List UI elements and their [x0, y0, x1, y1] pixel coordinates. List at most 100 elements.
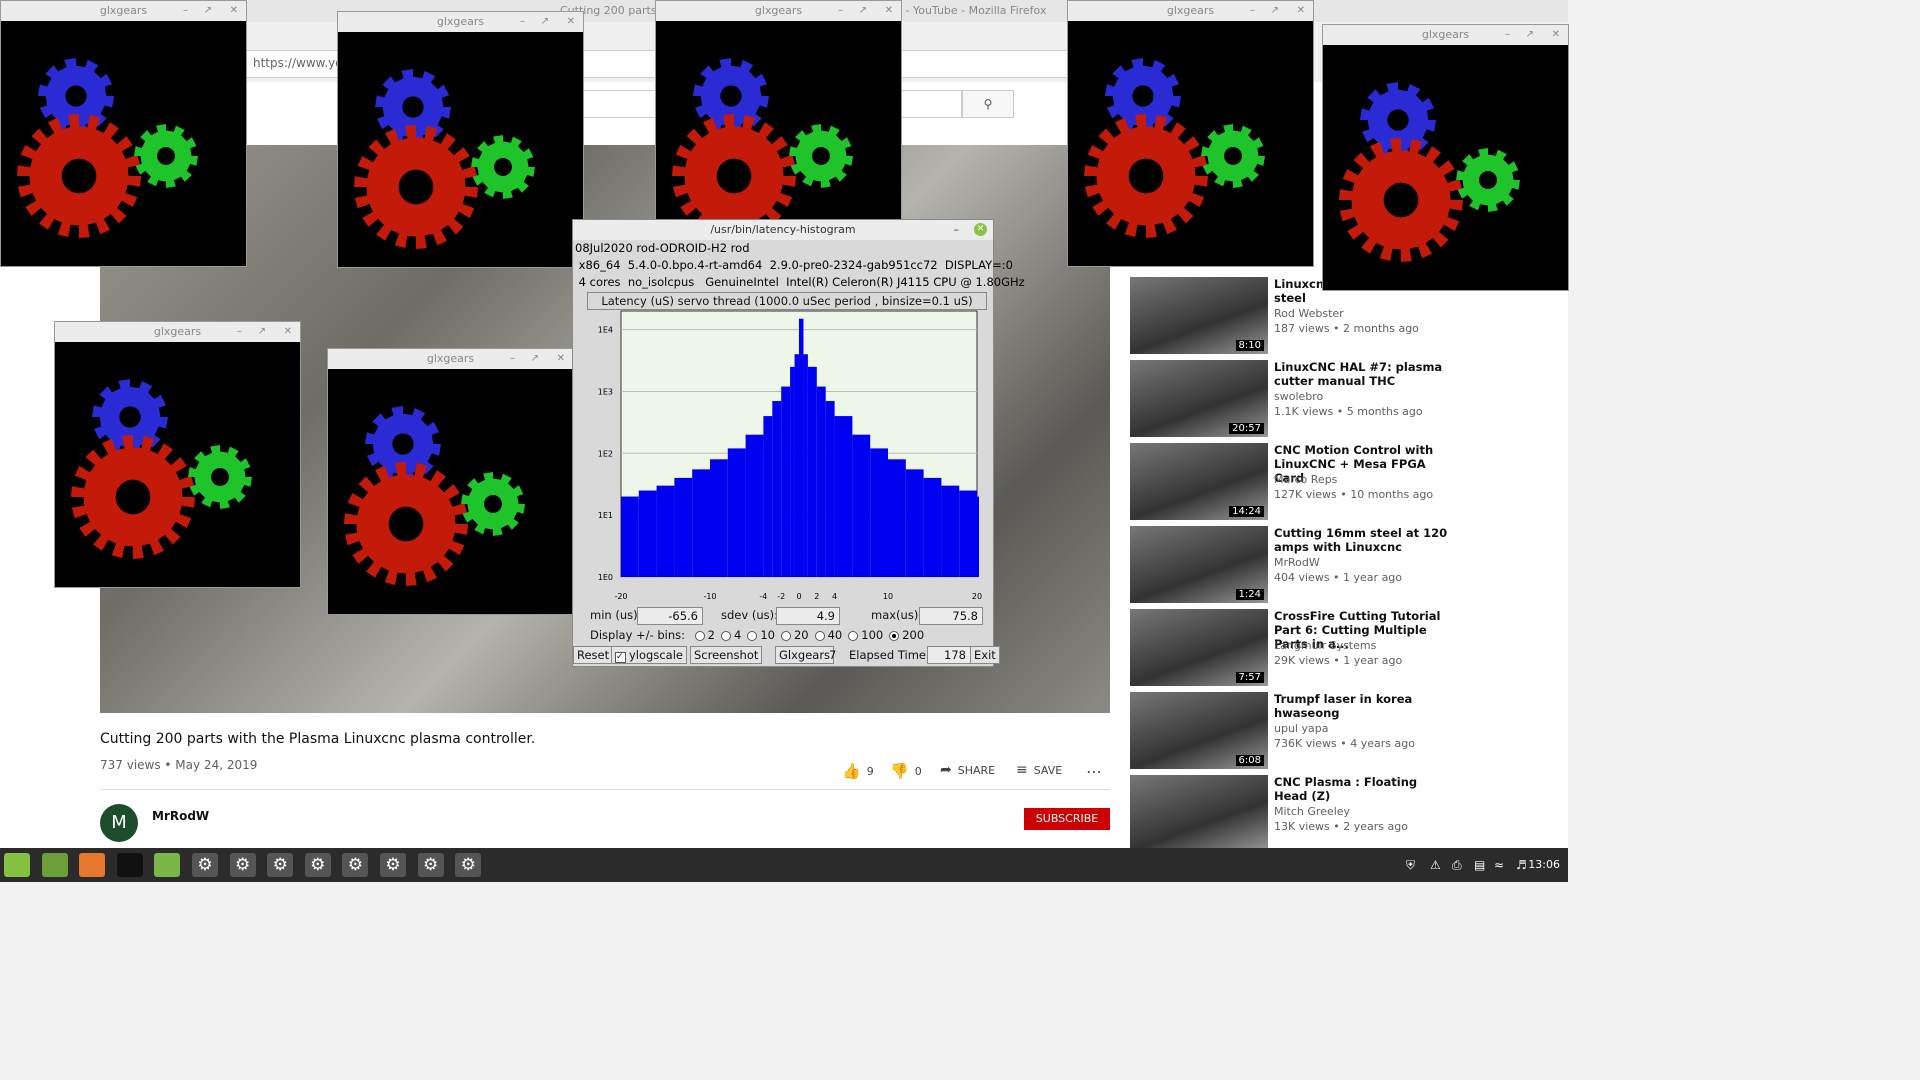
printer-icon[interactable]: ⎙ [1452, 858, 1462, 873]
search-button[interactable]: ⚲ [962, 90, 1014, 118]
gear-app-icon[interactable]: ⚙ [342, 853, 369, 877]
video-thumbnail[interactable]: 14:24 [1130, 443, 1268, 520]
video-thumbnail[interactable]: 20:57 [1130, 360, 1268, 437]
list-item[interactable]: 1:24 Cutting 16mm steel at 120 amps with … [1130, 526, 1550, 606]
close-icon[interactable]: ✕ [284, 322, 292, 342]
glxgears-window[interactable]: glxgears – ↗ ✕ [1322, 24, 1569, 291]
gear-app-icon[interactable]: ⚙ [417, 853, 444, 877]
video-thumbnail[interactable]: 6:08 [1130, 692, 1268, 769]
bins-radio-200[interactable] [889, 630, 900, 641]
video-thumbnail[interactable]: 7:57 [1130, 609, 1268, 686]
gear-app-icon[interactable]: ⚙ [192, 853, 218, 877]
bins-radio-40[interactable] [814, 630, 825, 641]
minimize-icon[interactable]: – [183, 1, 188, 21]
terminal-icon[interactable] [116, 853, 143, 877]
bins-radio-10[interactable] [747, 630, 758, 641]
show-desktop-icon[interactable] [41, 853, 68, 877]
channel-avatar[interactable]: M [100, 804, 138, 842]
more-button[interactable]: ⋯ [1086, 762, 1102, 781]
video-title: Cutting 200 parts with the Plasma Linuxc… [100, 731, 536, 747]
list-item[interactable]: 6:08 Trumpf laser in korea hwaseong upul y… [1130, 692, 1550, 772]
minimize-icon[interactable]: – [520, 12, 525, 32]
glxgears-button[interactable]: Glxgears [775, 646, 835, 664]
wifi-icon[interactable]: ≈ [1494, 858, 1504, 872]
subscribe-button[interactable]: SUBSCRIBE [1024, 808, 1110, 830]
list-item[interactable]: 7:57 CrossFire Cutting Tutorial Part 6: C… [1130, 609, 1550, 689]
gear-app-icon[interactable]: ⚙ [304, 853, 331, 877]
glxgears-window[interactable]: glxgears – ↗ ✕ [1067, 0, 1314, 267]
reset-button[interactable]: Reset [573, 646, 614, 664]
minimize-icon[interactable]: – [1505, 25, 1510, 45]
dislike-button[interactable]: 👎 0 [890, 762, 922, 780]
maximize-icon[interactable]: ↗ [204, 1, 212, 21]
glxgears-window[interactable]: glxgears – ↗ ✕ [655, 0, 902, 252]
minimize-icon[interactable]: – [1250, 1, 1255, 21]
glxgears-window[interactable]: glxgears – ↗ ✕ [337, 11, 584, 268]
video-title[interactable]: Trumpf laser in korea hwaseong [1274, 692, 1450, 720]
glxgears-window[interactable]: glxgears – ↗ ✕ [0, 0, 247, 267]
exit-button[interactable]: Exit [970, 646, 1000, 664]
glxgears-titlebar[interactable]: glxgears – ↗ ✕ [1, 1, 246, 21]
gear-app-icon[interactable]: ⚙ [380, 853, 406, 877]
list-item[interactable]: 20:57 LinuxCNC HAL #7: plasma cutter manu… [1130, 360, 1550, 440]
maximize-icon[interactable]: ↗ [1526, 25, 1534, 45]
close-icon[interactable]: ✕ [1552, 25, 1560, 45]
glxgears-window[interactable]: glxgears – ↗ ✕ [327, 348, 574, 615]
maximize-icon[interactable]: ↗ [541, 12, 549, 32]
gear-app-icon[interactable]: ⚙ [229, 853, 256, 877]
video-title[interactable]: CNC Plasma : Floating Head (Z) [1274, 775, 1450, 803]
bins-radio-100[interactable] [848, 630, 859, 641]
maximize-icon[interactable]: ↗ [859, 1, 867, 21]
shield-icon[interactable]: ⛨ [1406, 858, 1415, 873]
maximize-icon[interactable]: ↗ [1271, 1, 1279, 21]
bins-radio-4[interactable] [721, 630, 731, 641]
save-button[interactable]: ≡ SAVE [1016, 762, 1062, 778]
bins-radio-2[interactable] [694, 630, 705, 641]
channel-name[interactable]: MrRodW [152, 809, 209, 823]
share-button[interactable]: ➦ SHARE [940, 762, 995, 778]
list-item[interactable]: CNC Plasma : Floating Head (Z) Mitch Gree… [1130, 775, 1550, 855]
close-icon[interactable]: ✕ [567, 12, 575, 32]
files-icon[interactable] [154, 853, 181, 877]
video-title[interactable]: LinuxCNC HAL #7: plasma cutter manual TH… [1274, 360, 1450, 388]
video-thumbnail[interactable]: 8:10 [1130, 277, 1268, 354]
maximize-icon[interactable]: ↗ [531, 349, 539, 369]
video-title[interactable]: Cutting 16mm steel at 120 amps with Linu… [1274, 526, 1450, 554]
warning-icon[interactable]: ⚠ [1430, 858, 1441, 872]
firefox-icon[interactable] [79, 853, 106, 877]
maximize-icon[interactable]: ↗ [258, 322, 266, 342]
glxgears-titlebar[interactable]: glxgears – ↗ ✕ [55, 322, 300, 342]
glxgears-titlebar[interactable]: glxgears – ↗ ✕ [1068, 1, 1313, 21]
histogram-bar [825, 401, 835, 577]
glxgears-titlebar[interactable]: glxgears – ↗ ✕ [656, 1, 901, 21]
close-icon[interactable]: ✕ [885, 1, 893, 21]
minimize-icon[interactable]: – [954, 220, 960, 240]
gear-app-icon[interactable]: ⚙ [455, 853, 482, 877]
close-icon[interactable]: ✕ [974, 223, 987, 236]
video-thumbnail[interactable]: 1:24 [1130, 526, 1268, 603]
latency-titlebar[interactable]: /usr/bin/latency-histogram – ✕ [573, 220, 993, 240]
close-icon[interactable]: ✕ [1297, 1, 1305, 21]
like-button[interactable]: 👍 9 [842, 762, 874, 780]
glxgears-window[interactable]: glxgears – ↗ ✕ [54, 321, 301, 588]
minimize-icon[interactable]: – [237, 322, 242, 342]
video-duration: 6:08 [1235, 755, 1264, 766]
gear-app-icon[interactable]: ⚙ [267, 853, 294, 877]
minimize-icon[interactable]: – [510, 349, 515, 369]
ylogscale-checkbox[interactable]: ✓ ylogscale [611, 646, 687, 664]
glxgears-titlebar[interactable]: glxgears – ↗ ✕ [328, 349, 573, 369]
video-thumbnail[interactable] [1130, 775, 1268, 852]
histogram-bar [807, 366, 817, 577]
mint-menu-icon[interactable] [4, 853, 30, 877]
close-icon[interactable]: ✕ [230, 1, 238, 21]
bins-radio-20[interactable] [780, 630, 791, 641]
close-icon[interactable]: ✕ [557, 349, 565, 369]
glxgears-titlebar[interactable]: glxgears – ↗ ✕ [1323, 25, 1568, 45]
volume-icon[interactable]: ♬ [1516, 858, 1527, 872]
list-item[interactable]: 14:24 CNC Motion Control with LinuxCNC + … [1130, 443, 1550, 523]
minimize-icon[interactable]: – [838, 1, 843, 21]
glxgears-titlebar[interactable]: glxgears – ↗ ✕ [338, 12, 583, 32]
screenshot-button[interactable]: Screenshot [690, 646, 763, 664]
channel-name: upul yapa [1274, 722, 1329, 735]
clipboard-icon[interactable]: ▤ [1474, 858, 1485, 872]
